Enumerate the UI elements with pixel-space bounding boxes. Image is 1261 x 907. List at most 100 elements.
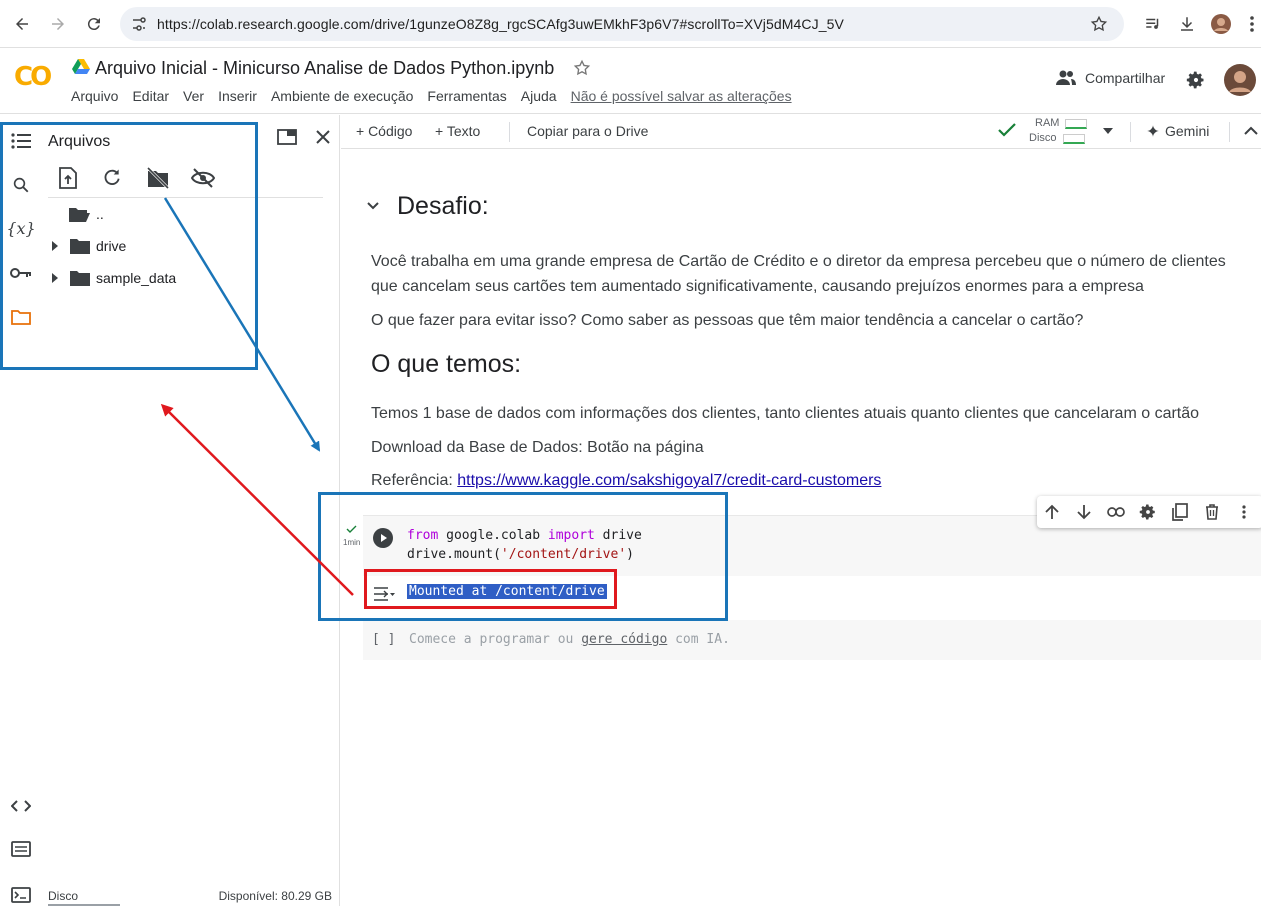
runtime-dropdown-icon[interactable] (1103, 128, 1113, 134)
paragraph: Download da Base de Dados: Botão na pági… (371, 439, 704, 456)
code-editor[interactable]: from google.colab import drive drive.mou… (407, 526, 642, 564)
forward-arrow-icon[interactable] (46, 12, 70, 36)
profile-avatar[interactable] (1209, 12, 1233, 36)
menu-arquivo[interactable]: Arquivo (71, 88, 118, 104)
disk-available: Disponível: 80.29 GB (218, 889, 332, 903)
tree-item-drive[interactable]: drive (50, 235, 126, 257)
save-warning-link[interactable]: Não é possível salvar as alterações (571, 88, 792, 104)
move-down-arrow-icon[interactable] (1074, 502, 1094, 522)
terminal-icon[interactable] (9, 883, 33, 907)
panel-divider (48, 197, 323, 198)
menu-editar[interactable]: Editar (132, 88, 169, 104)
disk-meter-label: Disco (1029, 132, 1057, 144)
resource-monitor[interactable]: RAM Disco (1029, 116, 1109, 146)
toolbar-divider (509, 122, 510, 142)
add-code-button[interactable]: + Código (356, 123, 412, 139)
menu-ver[interactable]: Ver (183, 88, 204, 104)
download-icon[interactable] (1175, 12, 1199, 36)
mirror-cell-icon[interactable] (1170, 502, 1190, 522)
output-text[interactable]: Mounted at /content/drive (407, 584, 607, 599)
gemini-button[interactable]: Gemini (1147, 123, 1209, 139)
paragraph: Temos 1 base de dados com informações do… (371, 405, 1200, 422)
variables-icon[interactable]: {x} (6, 216, 35, 240)
menu-inserir[interactable]: Inserir (218, 88, 257, 104)
collapse-chevron-up-icon[interactable] (1244, 126, 1258, 135)
share-button[interactable]: Compartilhar (1056, 70, 1165, 86)
cell-output: Mounted at /content/drive (363, 576, 1261, 612)
mount-drive-icon[interactable] (146, 167, 170, 189)
add-text-button[interactable]: + Texto (435, 123, 480, 139)
star-bookmark-icon[interactable] (1090, 15, 1108, 33)
output-actions-icon[interactable] (373, 586, 395, 602)
ram-label: RAM (1035, 117, 1060, 129)
ram-meter (1065, 118, 1088, 129)
folder-icon (70, 270, 90, 286)
code-keyword: from (407, 528, 439, 543)
code-text: google.colab (438, 528, 548, 543)
open-in-tab-icon[interactable] (277, 129, 297, 145)
disk-status: Disco Disponível: 80.29 GB (48, 889, 332, 906)
people-icon (1056, 70, 1076, 86)
delete-trash-icon[interactable] (1202, 502, 1222, 522)
paragraph: O que fazer para evitar isso? Como saber… (371, 312, 1084, 329)
cell-settings-gear-icon[interactable] (1138, 502, 1158, 522)
expand-arrow-icon[interactable] (50, 241, 60, 251)
more-options-icon[interactable] (1234, 502, 1254, 522)
menu-ajuda[interactable]: Ajuda (521, 88, 557, 104)
reference-paragraph: Referência: https://www.kaggle.com/saksh… (371, 468, 1256, 493)
run-cell-play-icon[interactable] (373, 528, 393, 548)
copy-to-drive-button[interactable]: Copiar para o Drive (527, 123, 648, 139)
menu-ambiente[interactable]: Ambiente de execução (271, 88, 413, 104)
notebook-title[interactable]: Arquivo Inicial - Minicurso Analise de D… (95, 58, 554, 79)
reference-label: Referência: (371, 472, 458, 489)
code-cell[interactable]: 1min from google.colab import drive driv… (343, 515, 1261, 612)
left-rail: {x} (0, 115, 42, 906)
tree-item-parent[interactable]: .. (68, 203, 104, 225)
hide-files-eye-icon[interactable] (191, 168, 215, 188)
paragraph: Você trabalha em uma grande empresa de C… (371, 253, 1226, 295)
menu-bar: Arquivo Editar Ver Inserir Ambiente de e… (71, 88, 792, 104)
notebook-toolbar: + Código + Texto Copiar para o Drive RAM… (341, 115, 1261, 149)
google-drive-icon (72, 59, 90, 75)
command-palette-icon[interactable] (9, 837, 33, 861)
files-folder-icon[interactable] (9, 305, 33, 329)
star-icon[interactable] (573, 59, 591, 77)
secrets-key-icon[interactable] (9, 261, 33, 285)
url-text[interactable]: https://colab.research.google.com/drive/… (157, 16, 844, 32)
generate-code-link[interactable]: gere código (581, 632, 667, 647)
address-bar[interactable]: https://colab.research.google.com/drive/… (120, 7, 1124, 41)
placeholder-text: Comece a programar ou (409, 632, 582, 647)
section-collapse-chevron-icon[interactable] (367, 202, 379, 210)
cell-brackets[interactable]: [ ] (372, 632, 395, 647)
expand-arrow-icon[interactable] (50, 273, 60, 283)
user-avatar[interactable] (1224, 64, 1256, 96)
empty-code-cell[interactable]: [ ] Comece a programar ou gere código co… (363, 620, 1261, 660)
browser-menu-icon[interactable] (1240, 12, 1261, 36)
tree-item-sample-data[interactable]: sample_data (50, 267, 176, 289)
settings-gear-icon[interactable] (1186, 70, 1206, 90)
link-icon[interactable] (1106, 502, 1126, 522)
menu-ferramentas[interactable]: Ferramentas (427, 88, 506, 104)
media-control-icon[interactable] (1141, 12, 1165, 36)
search-icon[interactable] (9, 173, 33, 197)
files-panel: Arquivos .. drive sample_data Disco Disp… (42, 115, 340, 906)
back-arrow-icon[interactable] (10, 12, 34, 36)
site-settings-icon[interactable] (131, 16, 147, 32)
refresh-icon[interactable] (102, 167, 122, 187)
kaggle-link[interactable]: https://www.kaggle.com/sakshigoyal7/cred… (457, 472, 881, 489)
toolbar-divider (1229, 122, 1230, 142)
close-icon[interactable] (315, 129, 331, 145)
code-string: '/content/drive' (500, 547, 627, 562)
exec-time: 1min (343, 538, 361, 547)
gemini-label: Gemini (1165, 123, 1210, 139)
move-up-arrow-icon[interactable] (1042, 502, 1062, 522)
folder-icon (70, 238, 90, 254)
notebook-content: Desafio: Você trabalha em uma grande emp… (341, 150, 1261, 906)
table-of-contents-icon[interactable] (9, 129, 33, 153)
upload-file-icon[interactable] (59, 167, 77, 189)
code-snippets-icon[interactable] (9, 794, 33, 818)
disk-meter (1062, 133, 1085, 144)
colab-logo[interactable]: CO (14, 62, 52, 92)
reload-icon[interactable] (82, 12, 106, 36)
code-line: from google.colab import drive (407, 526, 642, 545)
